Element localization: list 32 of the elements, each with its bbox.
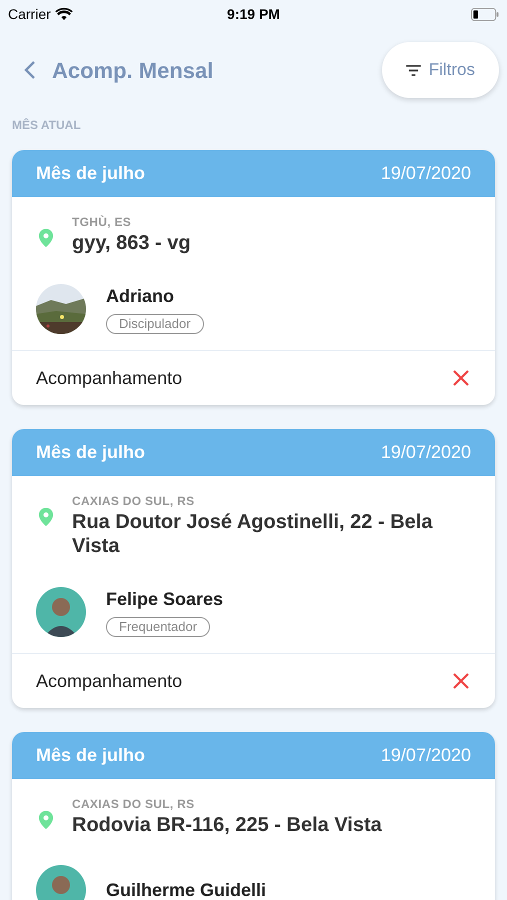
person-name: Adriano — [106, 285, 174, 308]
month-label: Mês de julho — [36, 744, 146, 767]
date-label: 19/07/2020 — [380, 162, 471, 185]
role-tag: Frequentador — [106, 617, 210, 637]
carrier-label: Carrier — [8, 4, 51, 24]
address-text: gyy, 863 - vg — [72, 231, 191, 255]
avatar-icon — [36, 865, 86, 900]
person-name: Felipe Soares — [106, 588, 224, 611]
city-label: TGHÙ, ES — [72, 214, 132, 231]
card[interactable]: Mês de julho 19/07/2020 CAXIAS DO SUL, RS Rua Doutor José Agostinelli, 22 - Bela Vista Felipe Soares Frequentador Acompanhamento — [12, 429, 495, 708]
page-title: Acomp. Mensal — [52, 56, 214, 85]
battery-icon — [470, 8, 499, 20]
month-label: Mês de julho — [36, 441, 146, 464]
follow-up-label: Acompanhamento — [36, 366, 182, 390]
date-label: 19/07/2020 — [380, 744, 471, 767]
filter-icon — [406, 64, 421, 76]
wifi-icon — [54, 7, 73, 21]
role-tag: Discipulador — [106, 314, 204, 334]
section-label: MÊS ATUAL — [11, 117, 82, 134]
city-label: CAXIAS DO SUL, RS — [72, 493, 196, 510]
month-label: Mês de julho — [36, 162, 146, 185]
avatar-icon — [36, 586, 86, 636]
date-label: 19/07/2020 — [380, 441, 471, 464]
follow-up-label: Acompanhamento — [36, 670, 182, 693]
card[interactable]: Mês de julho 19/07/2020 TGHÙ, ES gyy, 863 - vg Adriano Discipulador Acompanhamento — [12, 150, 495, 405]
city-label: CAXIAS DO SUL, RS — [72, 796, 196, 813]
card[interactable]: Mês de julho 19/07/2020 CAXIAS DO SUL, RS Rodovia BR-116, 225 - Bela Vista Guilherme Guidelli — [12, 732, 495, 900]
person-name: Guilherme Guidelli — [106, 878, 266, 900]
address-text: Rodovia BR-116, 225 - Bela Vista — [72, 813, 382, 837]
back-icon[interactable] — [24, 60, 36, 80]
clock-label: 9:19 PM — [227, 4, 280, 24]
address-text: Rua Doutor José Agostinelli, 22 - Bela Vista — [72, 510, 434, 558]
